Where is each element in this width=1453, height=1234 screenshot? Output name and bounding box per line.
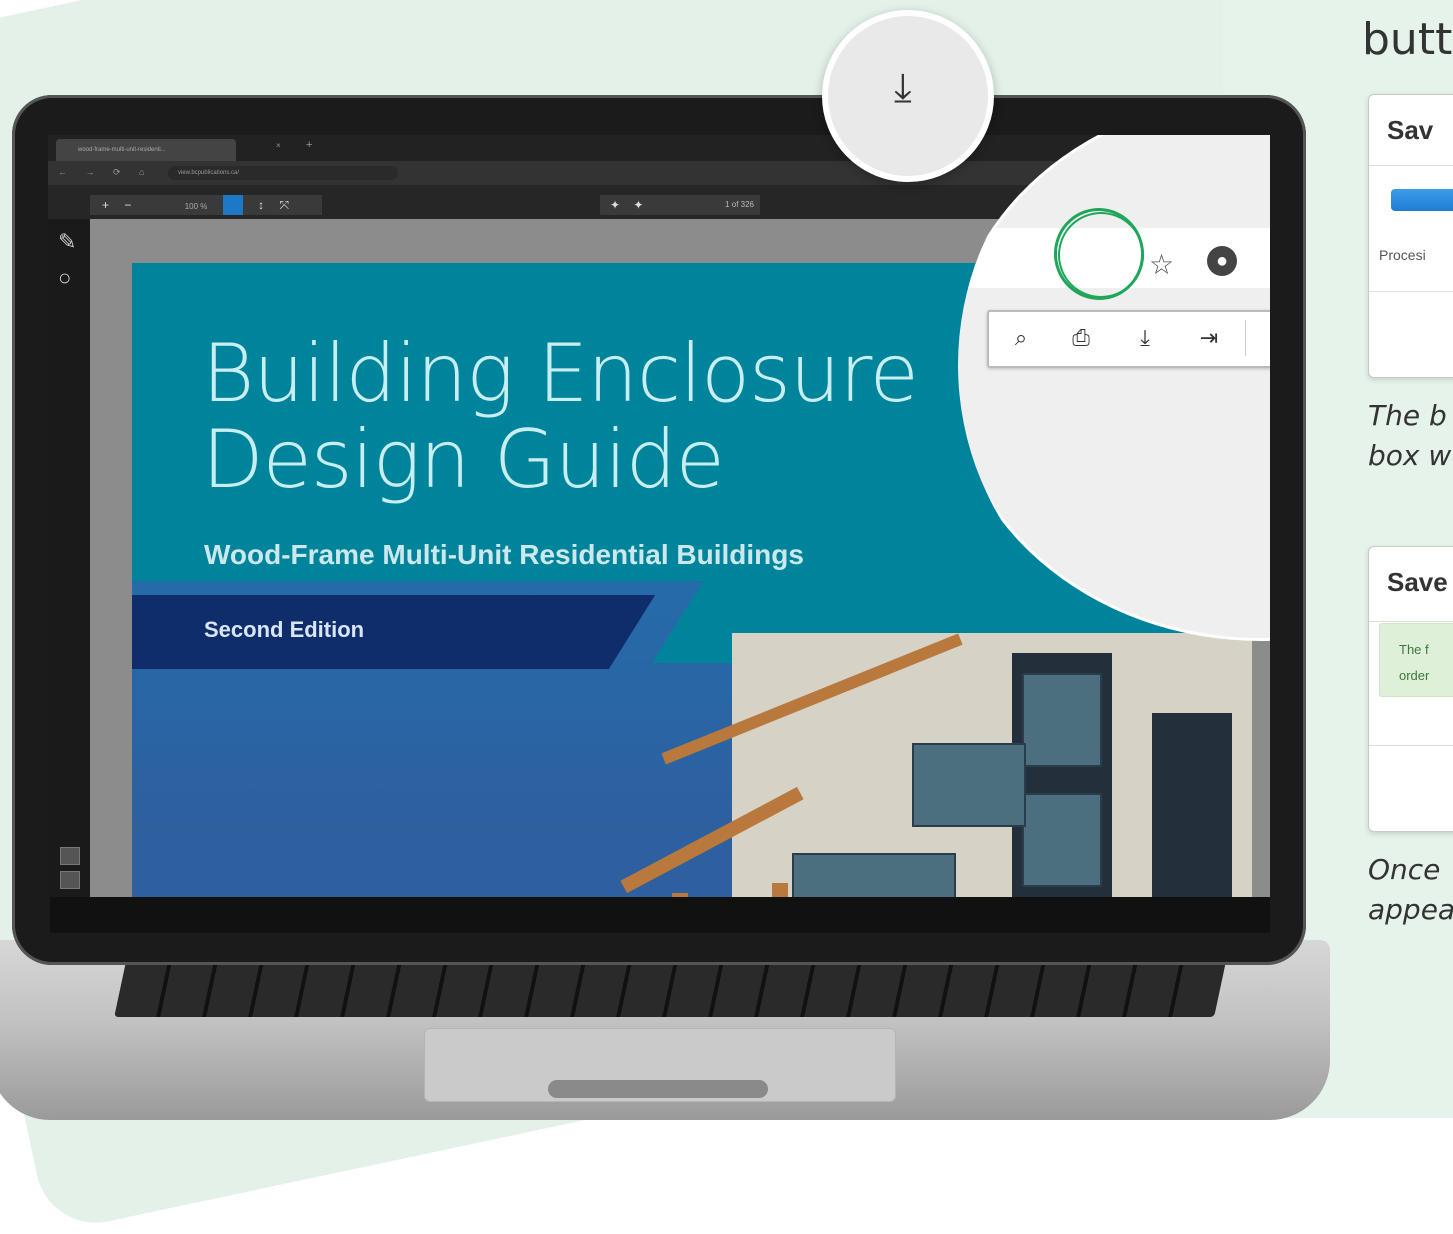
caption-1: The b box w [1368,396,1451,476]
caption-2: Once appea [1368,850,1453,930]
laptop-keyboard [114,962,1226,1017]
dialog-title: Save [1387,567,1448,597]
success-line1: The f [1399,642,1429,657]
cover-title-line1: Building Enclosure [202,327,919,420]
comment-icon[interactable]: ○ [58,265,71,291]
success-line2: order [1399,668,1430,683]
building-wood-post [672,893,688,897]
dialog-title: Sav [1387,115,1434,145]
fullscreen-button[interactable]: ⤧ [279,195,289,215]
progress-bar [1391,189,1453,211]
building-window-column [1152,713,1232,897]
laptop-chin [50,897,1270,933]
star-icon[interactable]: ☆ [1149,248,1174,281]
cover-subtitle: Wood-Frame Multi-Unit Residential Buildi… [204,539,804,570]
rail-button-2[interactable] [60,871,80,889]
browser-nav-icons[interactable]: ← → ⟳ ⌂ [58,167,152,178]
annotation-rail: ✎ ○ [48,219,90,897]
success-text: The f order [1399,637,1453,689]
dialog-divider [1369,165,1453,166]
browser-tab[interactable]: wood-frame-multi-unit-residenti... [56,139,236,161]
caption-1-line1: The b [1368,399,1447,432]
tab-close-icon[interactable]: × [276,141,281,150]
download-icon[interactable]: ⤓ [1125,320,1165,356]
fit-page-button[interactable]: ↕ [258,195,264,215]
building-window [1022,673,1102,767]
magnified-pdf-toolbar: ⌕ ⎙ ⤓ ⇥ ≡ [987,310,1270,368]
caption-2-line2: appea [1368,893,1453,926]
building-balcony [792,853,956,897]
page-navigation: ✦ ✦ 1 of 326 [600,195,760,215]
toolbar-divider [1245,320,1246,356]
url-field[interactable]: view.bcpublications.ca/ [168,166,398,180]
new-tab-button[interactable]: + [306,139,312,151]
print-icon[interactable]: ⎙ [1061,320,1101,356]
cover-building-photo [592,593,1252,897]
download-callout: ⤓ [822,10,994,182]
dialog-divider [1369,621,1453,622]
account-icon[interactable]: ● [1207,246,1237,276]
building-wood-post [772,883,788,897]
laptop-notch [548,1080,768,1098]
rail-button-1[interactable] [60,847,80,865]
zoom-out-button[interactable]: − [124,195,131,215]
caption-2-line1: Once [1368,853,1441,886]
building-balcony [912,743,1026,827]
save-dialog-complete: Save The f order [1368,546,1453,832]
fit-width-button[interactable] [222,195,243,215]
building-window [1022,793,1102,887]
cover-edition: Second Edition [204,617,365,642]
side-heading: butt [1362,14,1453,65]
cover-title-line2: Design Guide [202,413,725,506]
caption-1-line2: box w [1368,439,1452,472]
prev-page-button[interactable]: ✦ [610,198,620,212]
processing-text: Procesi [1379,247,1426,263]
page-indicator[interactable]: 1 of 326 [725,195,754,215]
dialog-footer-divider [1369,291,1453,292]
save-dialog-processing: Sav Procesi [1368,94,1453,378]
zoom-in-button[interactable]: + [102,195,109,215]
download-icon: ⤓ [894,66,912,110]
pencil-icon[interactable]: ✎ [58,229,76,255]
dialog-footer-divider [1369,745,1453,746]
hamburger-menu-icon[interactable]: ≡ [1263,320,1270,356]
zoom-value[interactable]: 100 % [185,197,208,217]
exit-icon[interactable]: ⇥ [1189,320,1229,356]
next-page-button[interactable]: ✦ [633,198,643,212]
zoom-controls: + − 100 % ↕ ⤧ [90,195,322,215]
search-icon[interactable]: ⌕ [1001,320,1041,356]
